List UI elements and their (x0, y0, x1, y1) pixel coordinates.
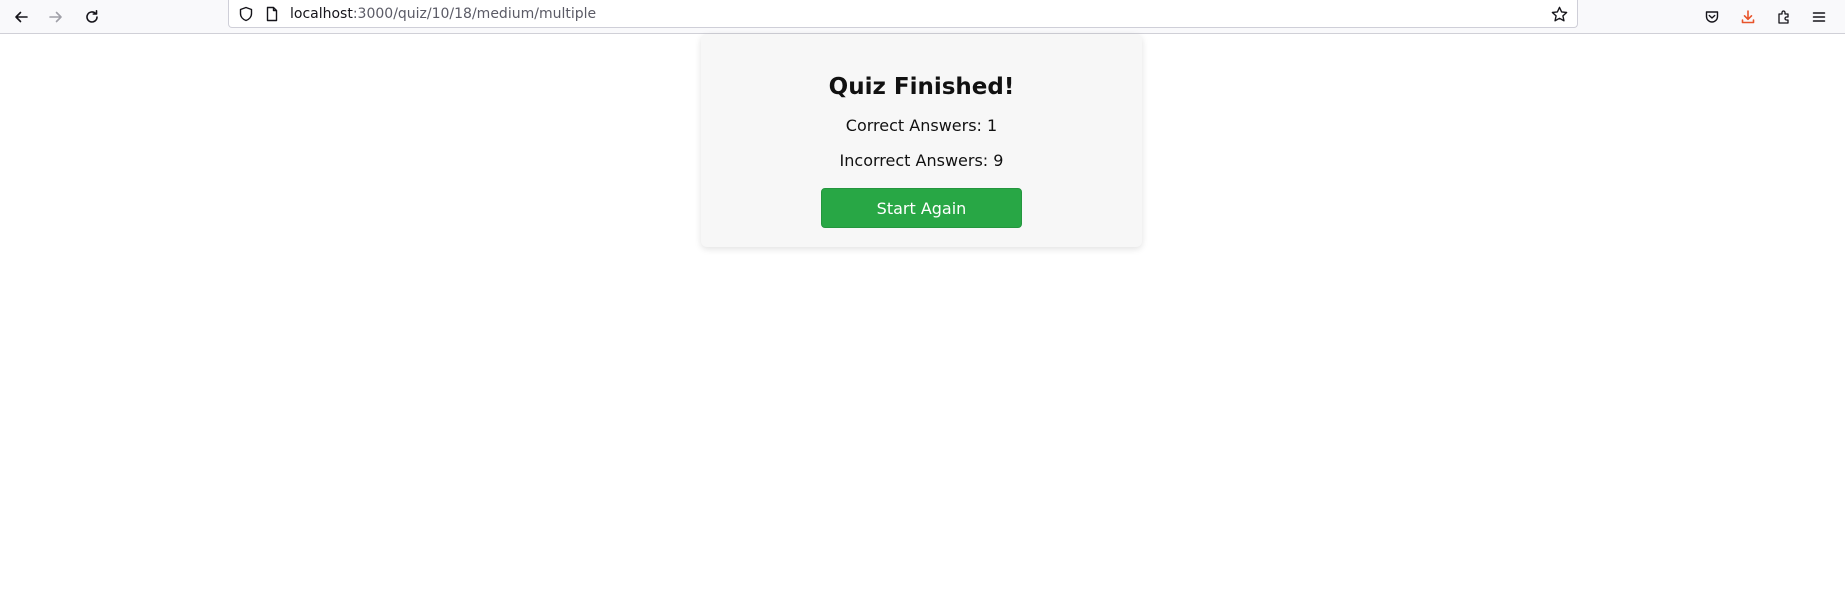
tracking-protection-button[interactable] (237, 5, 255, 23)
url-text[interactable]: localhost:3000/quiz/10/18/medium/multipl… (290, 5, 596, 23)
page-icon (266, 6, 278, 22)
download-icon (1741, 10, 1755, 24)
arrow-left-icon (15, 11, 28, 23)
pocket-icon (1705, 11, 1719, 23)
downloads-button[interactable] (1734, 3, 1762, 31)
extensions-button[interactable] (1770, 3, 1798, 31)
quiz-finished-heading: Quiz Finished! (828, 74, 1015, 100)
url-host: localhost (290, 6, 353, 22)
star-icon (1551, 6, 1567, 21)
url-bar[interactable]: localhost:3000/quiz/10/18/medium/multipl… (228, 0, 1578, 28)
correct-answers-text: Correct Answers: 1 (845, 116, 998, 135)
pocket-button[interactable] (1698, 3, 1726, 31)
hamburger-menu-icon (1812, 12, 1826, 22)
shield-icon (239, 6, 253, 22)
url-path: :3000/quiz/10/18/medium/multiple (352, 6, 597, 22)
reload-button[interactable] (78, 3, 106, 31)
incorrect-answers-text: Incorrect Answers: 9 (839, 151, 1004, 170)
back-button[interactable] (7, 3, 35, 31)
arrow-right-icon (49, 11, 62, 23)
reload-icon (86, 10, 98, 23)
quiz-result-card: Quiz Finished! Correct Answers: 1 Incorr… (701, 34, 1142, 247)
app-menu-button[interactable] (1805, 3, 1833, 31)
start-again-button[interactable]: Start Again (821, 188, 1022, 228)
browser-toolbar: localhost:3000/quiz/10/18/medium/multipl… (0, 0, 1845, 34)
bookmark-button[interactable] (1550, 5, 1568, 23)
page-info-button[interactable] (263, 5, 281, 23)
puzzle-icon (1778, 10, 1789, 24)
forward-button[interactable] (42, 3, 70, 31)
